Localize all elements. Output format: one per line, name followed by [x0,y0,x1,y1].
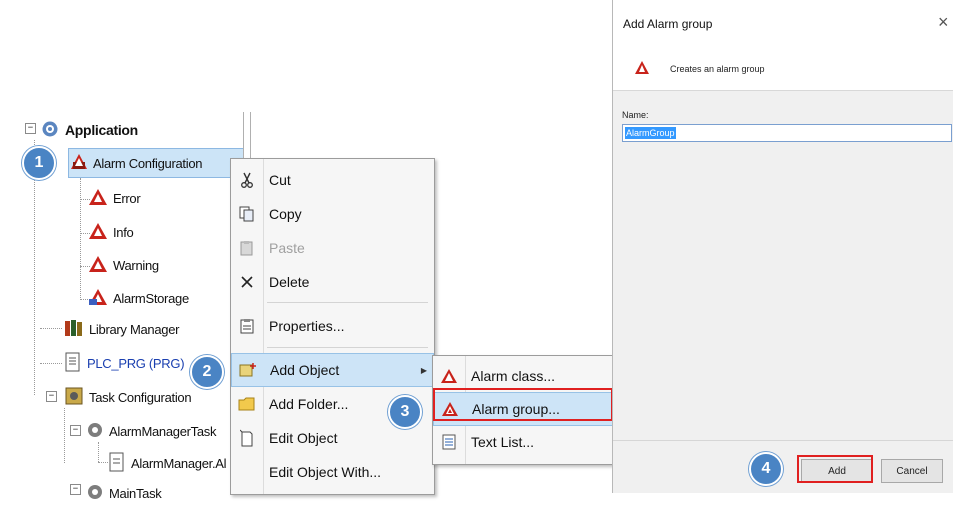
panel-divider [243,112,244,160]
name-label: Name: [622,110,649,120]
menu-label: Edit Object With... [269,464,382,480]
copy-icon [231,206,263,222]
menu-label: Edit Object [269,430,338,446]
name-field-value: AlarmGroup [625,127,676,139]
program-document-icon [64,352,82,375]
menu-label: Copy [269,206,302,222]
alarm-class-icon [88,188,108,209]
alarm-configuration-icon [70,153,88,174]
step3-highlight-box [433,388,613,421]
menu-item-cut[interactable]: Cut [231,163,434,197]
step-badge-3: 3 [388,395,422,429]
context-menu: Cut Copy Paste Delete Properties... Add … [230,158,435,495]
dialog-title: Add Alarm group [623,17,713,31]
step-badge-4: 4 [749,452,783,486]
tree-line [98,442,99,462]
tree-label: Library Manager [89,321,180,337]
menu-label: Cut [269,172,291,188]
dialog-description: Creates an alarm group [670,64,765,74]
cancel-button[interactable]: Cancel [881,459,943,483]
menu-item-edit-object-with[interactable]: Edit Object With... [231,455,434,489]
tree-line [98,462,108,463]
tree-label: PLC_PRG (PRG) [87,355,185,371]
tree-label: AlarmManagerTask [109,423,217,439]
menu-item-paste[interactable]: Paste [231,231,434,265]
gear-icon [40,119,60,142]
tree-item-error[interactable]: Error [88,185,141,211]
close-icon[interactable]: × [938,12,949,33]
menu-separator [267,347,428,348]
submenu-item-text-list[interactable]: Text List... [433,425,613,459]
menu-item-copy[interactable]: Copy [231,197,434,231]
dialog-footer-separator [613,440,953,441]
menu-item-add-object[interactable]: Add Object ▶ [231,353,434,387]
task-configuration-icon [64,386,84,409]
menu-label: Text List... [471,434,535,450]
collapse-expander[interactable]: − [25,123,36,134]
submenu-arrow-icon: ▶ [420,365,427,375]
collapse-expander[interactable]: − [70,425,81,436]
tree-item-warning[interactable]: Warning [88,252,159,278]
add-alarm-group-dialog: Add Alarm group × Creates an alarm group… [612,0,953,493]
menu-label: Add Folder... [269,396,349,412]
menu-separator [267,302,428,303]
add-object-icon [232,362,264,378]
task-icon [86,421,104,442]
scissors-icon [231,172,263,188]
step4-highlight-box [797,455,873,483]
tree-label: Alarm Configuration [93,155,203,171]
tree-item-plc-prg[interactable]: PLC_PRG (PRG) [64,350,185,376]
tree-line [64,408,65,463]
collapse-expander[interactable]: − [46,391,57,402]
tree-label: MainTask [109,485,162,501]
alarm-class-icon [88,222,108,243]
name-field[interactable]: AlarmGroup [622,124,952,142]
step-badge-1: 1 [22,146,56,180]
alarm-group-icon [635,61,649,79]
dialog-description-panel: Creates an alarm group [613,40,953,91]
menu-label: Add Object [270,362,340,378]
tree-item-task-configuration[interactable]: Task Configuration [64,384,192,410]
tree-item-alarm-manager-task[interactable]: AlarmManagerTask [86,418,216,444]
tree-line [40,328,62,329]
tree-item-alarm-storage[interactable]: AlarmStorage [88,285,189,311]
tree-item-info[interactable]: Info [88,219,134,245]
menu-label: Delete [269,274,310,290]
panel-divider [250,112,251,160]
folder-icon [231,396,263,412]
paste-icon [231,240,263,256]
tree-label: Task Configuration [89,389,192,405]
tree-label: Warning [113,257,159,273]
tree-label: Info [113,224,134,240]
tree-label: Error [113,190,141,206]
tree-line [40,363,62,364]
menu-item-delete[interactable]: Delete [231,265,434,299]
alarm-class-icon [88,255,108,276]
step-badge-2: 2 [190,355,224,389]
menu-label: Alarm class... [471,368,556,384]
tree-item-alarm-manager-call[interactable]: AlarmManager.Al [108,450,227,476]
tree-line [80,178,81,300]
tree-label: AlarmManager.Al [131,455,227,471]
menu-item-properties[interactable]: Properties... [231,309,434,343]
tree-label: Application [65,122,138,138]
alarm-class-icon [433,368,465,384]
edit-object-icon [231,429,263,447]
menu-label: Properties... [269,318,345,334]
tree-item-main-task[interactable]: MainTask [86,480,162,506]
delete-x-icon [231,275,263,289]
program-call-icon [108,452,126,475]
menu-label: Paste [269,240,305,256]
collapse-expander[interactable]: − [70,484,81,495]
tree-item-alarm-configuration[interactable]: Alarm Configuration [70,150,202,176]
library-icon [64,318,84,341]
task-icon [86,483,104,504]
dialog-titlebar: Add Alarm group × [613,0,953,40]
tree-item-application[interactable]: Application [40,117,138,143]
properties-icon [231,318,263,334]
tree-item-library-manager[interactable]: Library Manager [64,316,179,342]
tree-label: AlarmStorage [113,290,189,306]
alarm-storage-icon [88,288,108,309]
text-list-icon [433,434,465,450]
